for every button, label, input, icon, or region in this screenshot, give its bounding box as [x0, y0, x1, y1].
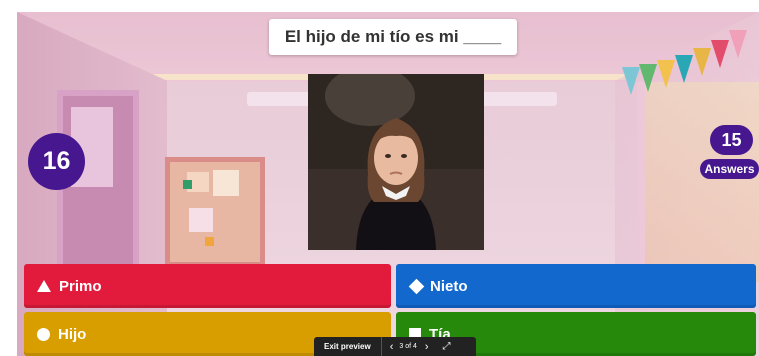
- page-indicator: 3 of 4: [399, 343, 417, 350]
- diamond-icon: [408, 278, 425, 294]
- bunting-flag: [711, 40, 729, 68]
- girl-photo: [308, 74, 484, 250]
- fullscreen-icon[interactable]: ⤢: [443, 341, 451, 352]
- note-illustration: [213, 170, 239, 196]
- chevron-right-icon[interactable]: ›: [425, 341, 429, 353]
- question-image: [308, 74, 484, 250]
- circle-icon: [37, 327, 50, 341]
- question-box: El hijo de mi tío es mi ____: [269, 19, 517, 55]
- bunting-flag: [639, 64, 657, 92]
- bunting-flag: [729, 30, 747, 58]
- pin-illustration: [183, 180, 192, 189]
- bunting-flag: [622, 67, 640, 95]
- answers-label: Answers: [704, 162, 755, 176]
- answer-label: Nieto: [430, 277, 468, 295]
- timer-value: 16: [42, 147, 71, 175]
- answer-label: Primo: [59, 277, 102, 295]
- answer-option-primo[interactable]: Primo: [24, 264, 391, 308]
- answer-label: Hijo: [58, 325, 87, 343]
- note-illustration: [189, 208, 213, 232]
- chevron-left-icon[interactable]: ‹: [390, 341, 394, 353]
- answer-option-nieto[interactable]: Nieto: [396, 264, 756, 308]
- preview-toolbar: Exit preview ‹ 3 of 4 › ⤢: [314, 337, 476, 356]
- exit-preview-button[interactable]: Exit preview: [324, 342, 371, 351]
- answers-count-badge: 15: [710, 125, 753, 155]
- answers-count-value: 15: [721, 129, 742, 150]
- question-text: El hijo de mi tío es mi ____: [284, 27, 502, 46]
- answers-label-badge: Answers: [700, 159, 759, 179]
- toolbar-divider: [380, 337, 382, 356]
- bunting-flag: [675, 55, 693, 83]
- bunting-flag: [693, 48, 711, 76]
- triangle-icon: [37, 280, 51, 292]
- timer-badge: 16: [28, 133, 85, 190]
- pin-illustration: [205, 237, 214, 246]
- bunting-flag: [657, 60, 675, 88]
